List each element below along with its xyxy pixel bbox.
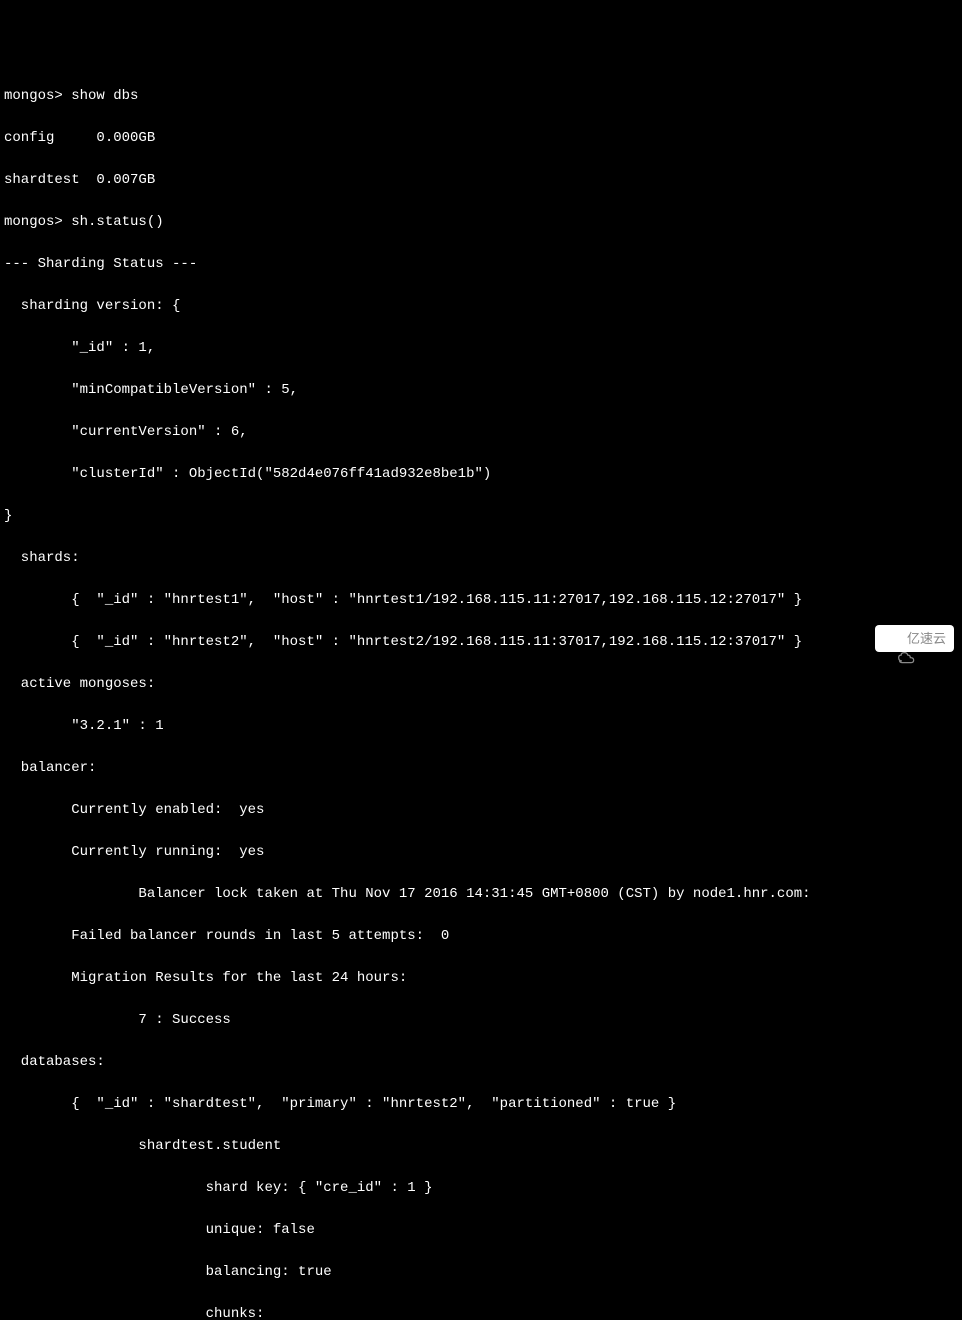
terminal-line-active-mongoses-label: active mongoses: (4, 674, 958, 695)
terminal-line-collection-student: shardtest.student (4, 1136, 958, 1157)
terminal-line-sharding-version-open: sharding version: { (4, 296, 958, 317)
terminal-line-unique: unique: false (4, 1220, 958, 1241)
terminal-line-id: "_id" : 1, (4, 338, 958, 359)
terminal-line-databases-label: databases: (4, 1052, 958, 1073)
terminal-line-shard-hnrtest2: { "_id" : "hnrtest2", "host" : "hnrtest2… (4, 632, 958, 653)
terminal-line-db-config: config 0.000GB (4, 128, 958, 149)
terminal-line-shard-key: shard key: { "cre_id" : 1 } (4, 1178, 958, 1199)
terminal-line-current-version: "currentVersion" : 6, (4, 422, 958, 443)
terminal-line-min-compatible-version: "minCompatibleVersion" : 5, (4, 380, 958, 401)
terminal-line-close-brace: } (4, 506, 958, 527)
terminal-line-cluster-id: "clusterId" : ObjectId("582d4e076ff41ad9… (4, 464, 958, 485)
terminal-line-balancing: balancing: true (4, 1262, 958, 1283)
terminal-line-sharding-status-header: --- Sharding Status --- (4, 254, 958, 275)
terminal-line-currently-enabled: Currently enabled: yes (4, 800, 958, 821)
cloud-icon (883, 631, 903, 645)
terminal-line-balancer-lock: Balancer lock taken at Thu Nov 17 2016 1… (4, 884, 958, 905)
terminal-line-shard-hnrtest1: { "_id" : "hnrtest1", "host" : "hnrtest1… (4, 590, 958, 611)
terminal-line-migration-success: 7 : Success (4, 1010, 958, 1031)
terminal-line-currently-running: Currently running: yes (4, 842, 958, 863)
terminal-line-db-shardtest: shardtest 0.007GB (4, 170, 958, 191)
terminal-line-prompt-sh-status: mongos> sh.status() (4, 212, 958, 233)
terminal-line-migration-results-label: Migration Results for the last 24 hours: (4, 968, 958, 989)
terminal-line-prompt-show-dbs: mongos> show dbs (4, 86, 958, 107)
watermark-badge: 亿速云 (875, 625, 954, 653)
watermark-text: 亿速云 (907, 629, 946, 649)
terminal-line-chunks: chunks: (4, 1304, 958, 1320)
terminal-line-database-shardtest: { "_id" : "shardtest", "primary" : "hnrt… (4, 1094, 958, 1115)
terminal-line-mongoses-version: "3.2.1" : 1 (4, 716, 958, 737)
terminal-line-failed-rounds: Failed balancer rounds in last 5 attempt… (4, 926, 958, 947)
terminal-line-balancer-label: balancer: (4, 758, 958, 779)
terminal-line-shards-label: shards: (4, 548, 958, 569)
